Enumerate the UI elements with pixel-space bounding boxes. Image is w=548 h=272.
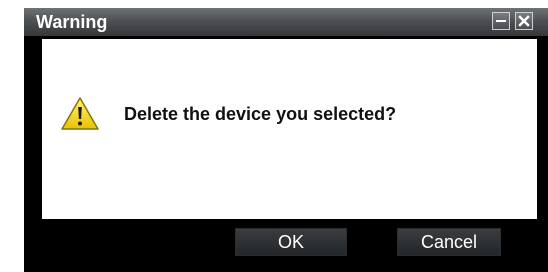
warning-triangle-icon bbox=[60, 96, 100, 132]
title-bar[interactable]: Warning bbox=[24, 8, 548, 36]
close-icon bbox=[518, 15, 530, 27]
warning-message: Delete the device you selected? bbox=[124, 104, 397, 124]
warning-dialog: Warning Delete the device you selected? … bbox=[24, 8, 548, 272]
ok-button[interactable]: OK bbox=[235, 228, 347, 256]
close-button[interactable] bbox=[515, 12, 533, 30]
message-panel: Delete the device you selected? bbox=[42, 39, 537, 219]
minimize-button[interactable] bbox=[492, 12, 510, 30]
cancel-button[interactable]: Cancel bbox=[397, 228, 501, 256]
minimize-icon bbox=[496, 20, 506, 22]
dialog-title: Warning bbox=[36, 12, 108, 32]
